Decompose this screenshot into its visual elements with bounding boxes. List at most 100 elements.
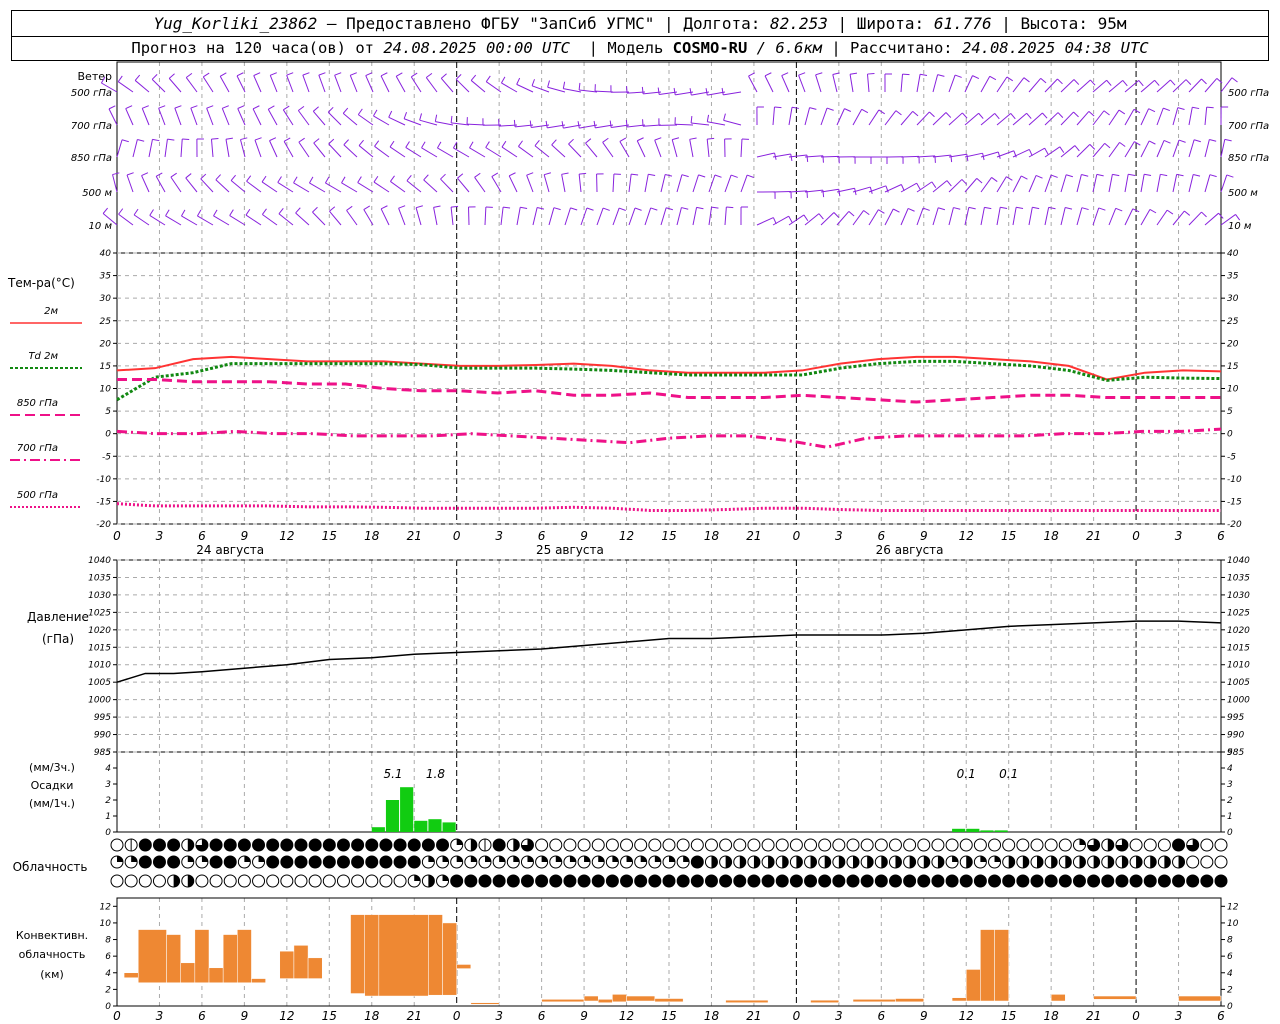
wind-barb-feather [174, 105, 182, 109]
cloud-symbol-half [838, 856, 845, 868]
wind-barb-feather [313, 138, 320, 144]
wind-barb-feather [1134, 141, 1141, 146]
wind-barb-shaft [692, 174, 699, 193]
hour-tick-label: 21 [407, 529, 422, 543]
wind-barb-shaft [772, 153, 791, 158]
cloud-symbol [1129, 838, 1143, 852]
wind-barb-shaft [804, 189, 823, 193]
wind-barb-shaft [1140, 174, 1145, 193]
wind-barb-feather [1206, 106, 1214, 109]
wind-barb-feather [561, 121, 564, 129]
cloud-symbol [110, 874, 124, 888]
wind-barb-feather [966, 154, 969, 162]
precip-title: Осадки [31, 779, 74, 792]
cloud-symbol [1129, 874, 1143, 888]
wind-barb-shaft [1060, 111, 1074, 126]
cloud-symbol [719, 874, 733, 888]
wind-barb-shaft [133, 214, 150, 226]
wind-barb-feather [553, 207, 561, 211]
precip-bar [414, 820, 428, 832]
wind-barb-shaft [788, 154, 807, 158]
wind-barb-shaft [852, 186, 871, 193]
ytick-label-left: 40 [100, 249, 112, 259]
wind-barb-feather [1133, 108, 1141, 114]
wind-barb-feather [945, 112, 952, 118]
wind-barb-shaft [433, 207, 438, 226]
cloud-symbol [676, 874, 690, 888]
ytick-label-left: 0 [105, 430, 111, 440]
wind-barb-feather [916, 182, 921, 190]
wind-barb-shaft [318, 74, 326, 93]
wind-barb-feather [1035, 174, 1043, 179]
precip-bar [952, 828, 966, 832]
wind-barb-feather [1149, 208, 1157, 214]
wind-barb-feather [634, 207, 642, 211]
cloud-symbol-half [428, 875, 435, 887]
wind-barb-shaft [836, 187, 855, 193]
wind-barb-feather [283, 105, 290, 111]
cloud-symbol [237, 874, 251, 888]
cloud-symbol [1115, 874, 1129, 888]
cloud-symbol [1186, 855, 1200, 869]
wind-barb-shaft [815, 74, 822, 93]
cloud-symbol [1030, 874, 1044, 888]
cloud-symbol-half [725, 856, 732, 868]
wind-barb-feather [503, 206, 511, 209]
ytick-label-right: 0 [1227, 430, 1233, 440]
cloud-symbol [138, 838, 152, 852]
ytick-label-left: 35 [100, 272, 112, 282]
wind-barb-shaft [185, 177, 198, 193]
clouds-title: Облачность [13, 860, 88, 874]
wind-barb-shaft [619, 141, 630, 158]
conv-bar [237, 929, 252, 983]
wind-barb-shaft [132, 139, 138, 158]
wind-barb-shaft [585, 142, 598, 158]
wind-barb-shaft [1124, 174, 1129, 193]
wind-barb-shaft [900, 111, 914, 126]
wind-barb-shaft [229, 215, 246, 226]
wind-barb-feather [937, 74, 945, 77]
cloud-symbol [294, 855, 308, 869]
wind-barb-feather [1209, 174, 1217, 178]
ytick-label-right: 2 [1227, 796, 1233, 806]
wind-barb-feather [838, 189, 841, 197]
wind-barb-feather [1065, 207, 1073, 210]
wind-barb-shaft [518, 146, 534, 158]
wind-barb-feather [1235, 214, 1241, 221]
ytick-label-left: 15 [100, 362, 112, 372]
hour-tick-label-bottom: 6 [198, 1009, 206, 1023]
cloud-symbol [549, 874, 563, 888]
cloud-symbol [832, 874, 846, 888]
cloud-symbol-half [1121, 856, 1128, 868]
hour-tick-label-bottom: 0 [453, 1009, 461, 1023]
wind-barb-feather [181, 209, 186, 217]
cloud-symbol [1044, 874, 1058, 888]
cloud-symbol [365, 855, 379, 869]
ytick-label-left: 1015 [88, 643, 111, 653]
wind-barb-feather [543, 172, 552, 176]
wind-barb-shaft [1188, 107, 1193, 126]
wind-barb-shaft [980, 76, 991, 93]
conv-bar [951, 997, 967, 1002]
hour-tick-label-bottom: 12 [279, 1009, 294, 1023]
wind-barb-shaft [1188, 174, 1194, 193]
cloud-symbol [832, 838, 846, 852]
cloud-symbol [1186, 874, 1200, 888]
cloud-symbol [1058, 838, 1072, 852]
wind-barb-feather [602, 137, 609, 143]
conv-unit: (км) [40, 968, 64, 981]
ytick-label-left: 5 [105, 748, 111, 758]
cloud-symbol [620, 874, 634, 888]
wind-barb-feather [578, 82, 581, 91]
wind-barb-feather [298, 105, 305, 111]
wind-barb-feather [673, 87, 676, 95]
conv-bar [626, 995, 656, 1002]
wind-barb-feather [1073, 79, 1080, 85]
wind-barb-shaft [474, 177, 486, 193]
wind-barb-feather [230, 174, 236, 181]
wind-barb-feather [434, 114, 438, 122]
wind-barb-shaft [1076, 174, 1082, 193]
wind-barb-feather [978, 112, 984, 119]
wind-barb-shaft [980, 177, 992, 193]
wind-barb-shaft [596, 207, 604, 226]
